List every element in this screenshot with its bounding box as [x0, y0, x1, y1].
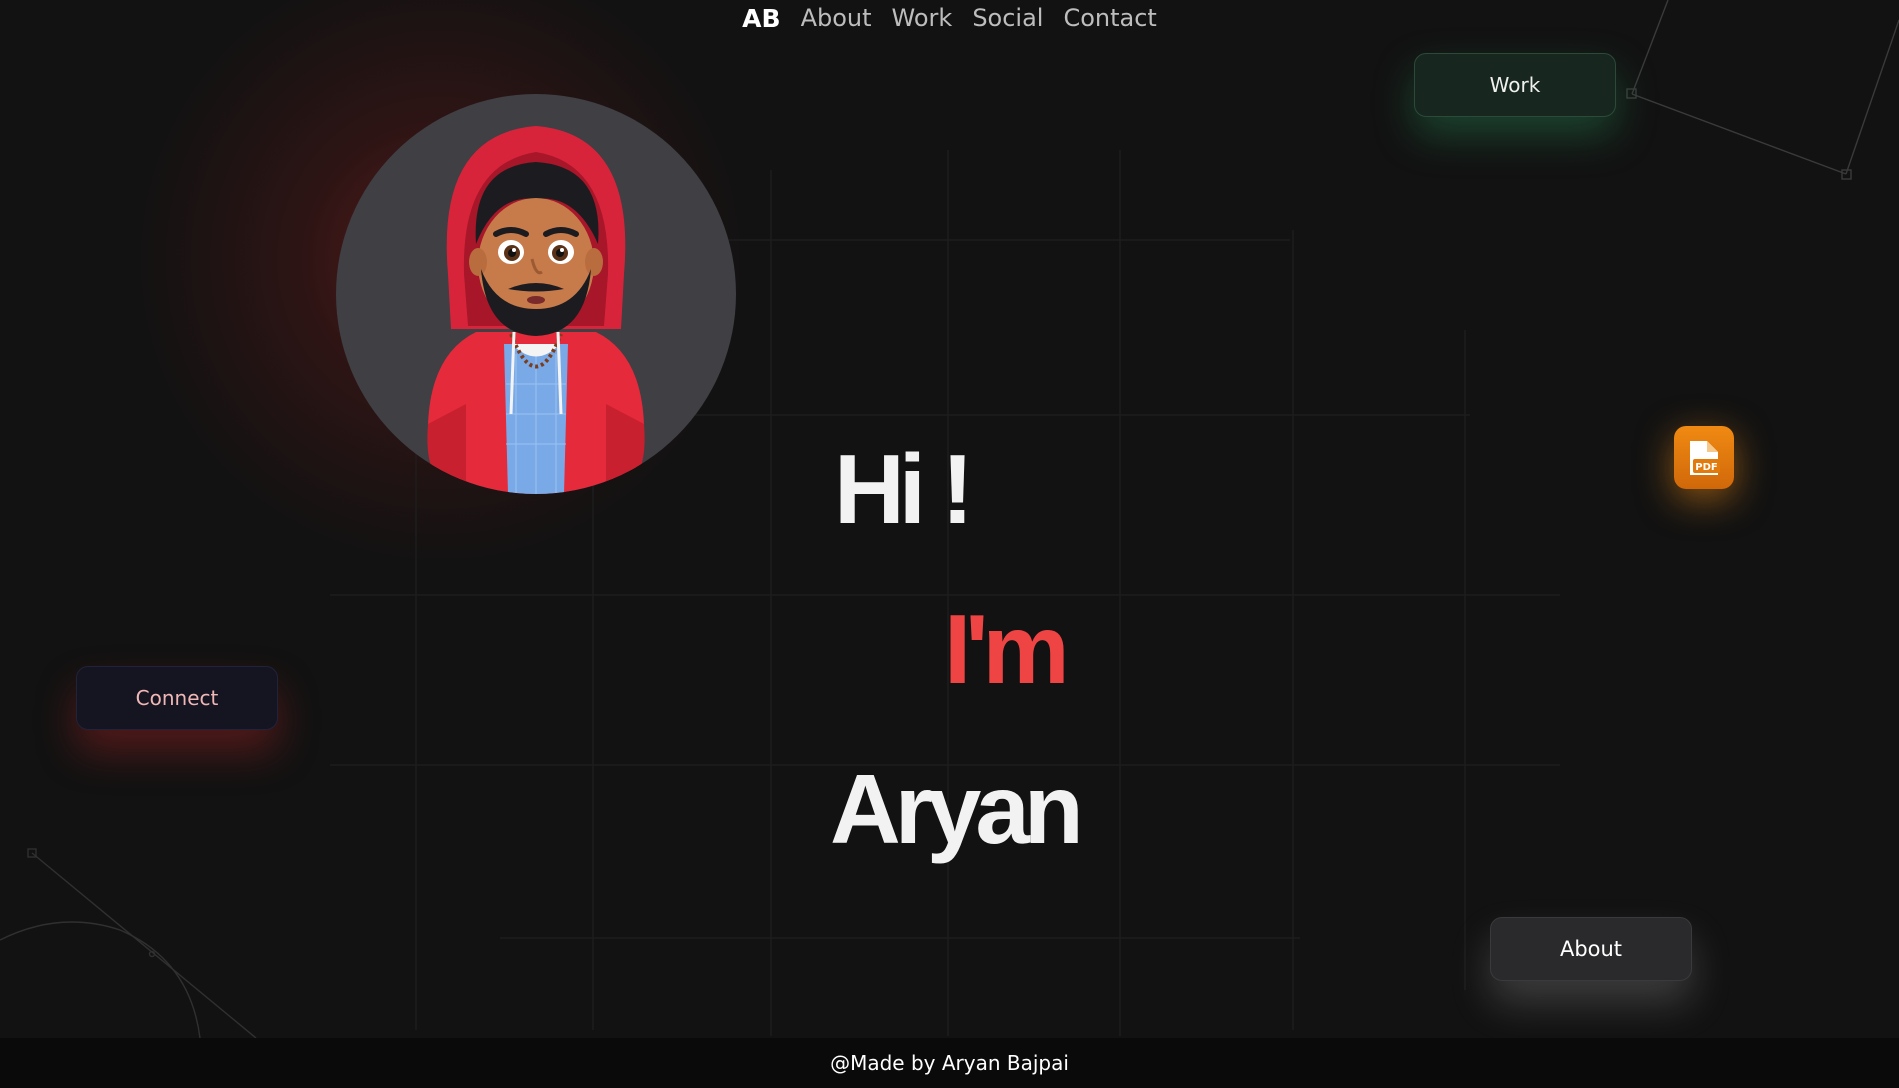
nav-link-contact[interactable]: Contact [1063, 4, 1156, 32]
footer: @Made by Aryan Bajpai [0, 1038, 1899, 1088]
decorative-lines-bottom-left [0, 848, 257, 1039]
nav-link-about[interactable]: About [801, 4, 872, 32]
page: AB About Work Social Contact Hi ! I'm Ar… [0, 0, 1899, 1088]
hero-name: Aryan [830, 754, 1084, 864]
work-button[interactable]: Work [1414, 53, 1616, 117]
about-button[interactable]: About [1490, 917, 1692, 981]
nav-link-work[interactable]: Work [892, 4, 953, 32]
avatar-illustration [427, 126, 645, 494]
pdf-icon-label: PDF [1695, 462, 1717, 473]
connect-button[interactable]: Connect [76, 666, 278, 730]
avatar [336, 94, 736, 494]
hero-greeting: Hi ! [834, 434, 974, 544]
pdf-file-icon: PDF [1690, 440, 1720, 475]
nav-link-social[interactable]: Social [972, 4, 1043, 32]
hero-im: I'm [944, 594, 1070, 704]
footer-credit: @Made by Aryan Bajpai [830, 1051, 1069, 1075]
nav-logo[interactable]: AB [742, 4, 780, 33]
pdf-download-button[interactable]: PDF [1674, 426, 1734, 489]
top-nav: AB About Work Social Contact [0, 0, 1899, 36]
